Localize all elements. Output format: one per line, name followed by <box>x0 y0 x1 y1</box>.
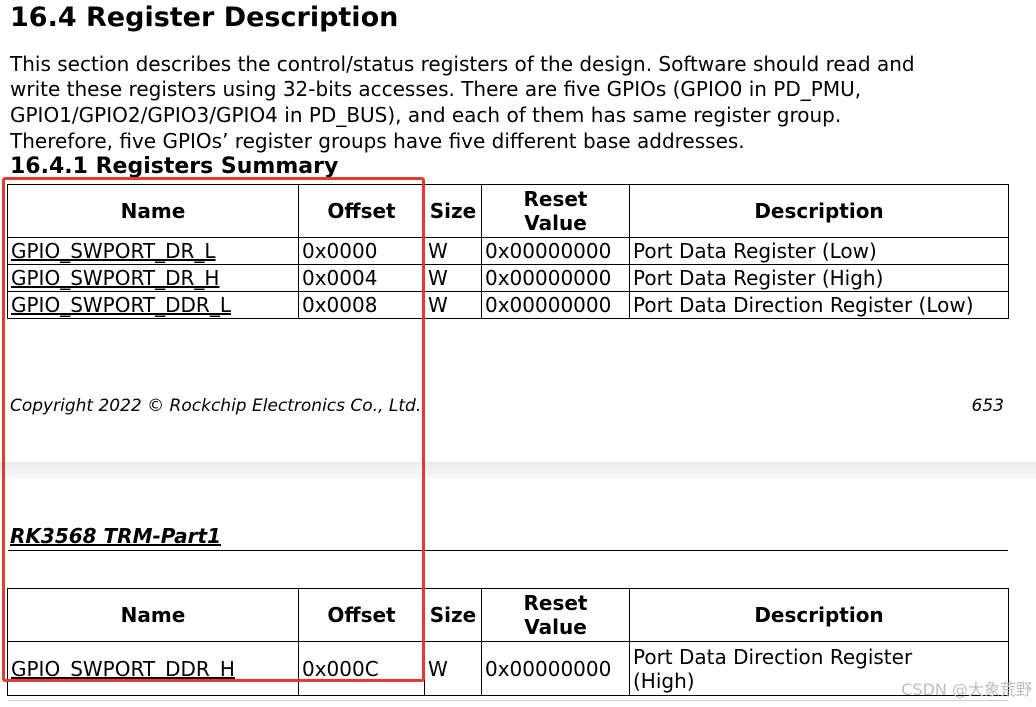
footer-page-number: 653 <box>971 396 1004 416</box>
register-size: W <box>424 237 482 265</box>
header-reset-line2: Value <box>524 211 587 235</box>
header-size: Size <box>424 588 482 642</box>
header-reset-value: Reset Value <box>481 588 630 642</box>
section-title: 16.4 Register Description <box>10 2 399 33</box>
header-size: Size <box>424 184 482 238</box>
register-size: W <box>424 291 482 319</box>
register-reset: 0x00000000 <box>481 291 630 319</box>
register-description-line1: Port Data Direction Register <box>633 644 913 669</box>
register-reset: 0x00000000 <box>481 641 630 696</box>
header-reset-value: Reset Value <box>481 184 630 238</box>
header-reset-line2: Value <box>524 615 587 639</box>
register-reset: 0x00000000 <box>481 237 630 265</box>
register-description-line2: (High) <box>633 668 695 693</box>
subsection-title: 16.4.1 Registers Summary <box>10 154 339 178</box>
paragraph-line-3: GPIO1/GPIO2/GPIO3/GPIO4 in PD_BUS), and … <box>10 103 842 127</box>
register-description: Port Data Direction Register (Low) <box>629 291 1009 319</box>
header-reset-line1: Reset <box>523 591 588 615</box>
register-description: Port Data Register (Low) <box>629 237 1009 265</box>
register-size: W <box>424 641 482 696</box>
paragraph-line-1: This section describes the control/statu… <box>10 52 915 76</box>
highlight-box <box>2 177 425 682</box>
register-size: W <box>424 264 482 292</box>
paragraph-line-4: Therefore, five GPIOs’ register groups h… <box>10 129 745 153</box>
watermark: CSDN @大象荒野 <box>901 680 1032 699</box>
header-description: Description <box>629 184 1009 238</box>
header-description: Description <box>629 588 1009 642</box>
register-reset: 0x00000000 <box>481 264 630 292</box>
register-description: Port Data Register (High) <box>629 264 1009 292</box>
header-reset-line1: Reset <box>523 187 588 211</box>
paragraph-line-2: write these registers using 32-bits acce… <box>10 77 862 101</box>
